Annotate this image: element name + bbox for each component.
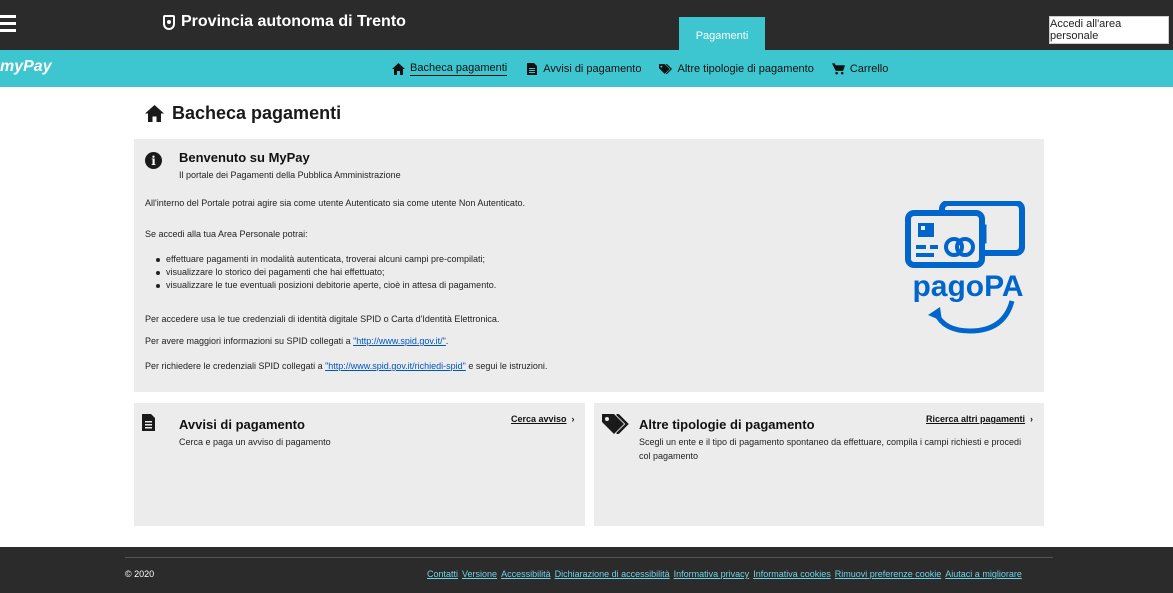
home-icon [145,105,164,122]
tag-icon [602,414,629,434]
spid-request-text: Per richiedere le credenziali SPID colle… [145,361,548,371]
area-intro: Se accedi alla tua Area Personale potrai… [145,229,308,239]
crest-icon [163,14,175,30]
tag-icon [659,63,673,75]
chevron-right-icon: › [571,414,575,424]
cerca-avviso-link[interactable]: Cerca avviso › [511,414,575,424]
footer-link-aiutaci-a-migliorare[interactable]: Aiutaci a migliorare [945,569,1022,579]
top-header: Provincia autonoma di Trento Pagamenti A… [0,0,1173,50]
home-icon [392,63,405,75]
card-description: Cerca e paga un avviso di pagamento [179,437,331,447]
footer-link-dichiarazione-accessibilita[interactable]: Dichiarazione di accessibilità [555,569,670,579]
tab-pagamenti[interactable]: Pagamenti [679,17,765,50]
list-item: visualizzare le tue eventuali posizioni … [156,280,496,290]
personal-area-button[interactable]: Accedi all'area personale [1049,16,1169,44]
footer-link-rimuovi-preferenze-cookie[interactable]: Rimuovi preferenze cookie [835,569,942,579]
footer-link-contatti[interactable]: Contatti [427,569,458,579]
footer-divider [125,557,1053,558]
spid-request-link[interactable]: "http://www.spid.gov.it/richiedi-spid" [325,361,466,371]
brand[interactable]: Provincia autonoma di Trento [163,13,406,31]
list-item: effettuare pagamenti in modalità autenti… [156,254,496,264]
chevron-right-icon: › [1030,414,1034,424]
nav-item-carrello[interactable]: Carrello [831,62,888,76]
copyright: © 2020 [125,569,155,579]
pagopa-logo: pagoPA [905,201,1025,334]
hamburger-menu-icon[interactable] [0,15,16,35]
nav-item-avvisi-di-pagamento[interactable]: Avvisi di pagamento [525,62,641,76]
nav-items: Bacheca pagamenti Avvisi di pagamento Al… [392,62,906,76]
feature-list: effettuare pagamenti in modalità autenti… [156,254,496,293]
page-title: Bacheca pagamenti [145,103,341,124]
footer-links: Contatti Versione Accessibilità Dichiara… [427,569,1022,579]
welcome-panel: i Benvenuto su MyPay Il portale dei Paga… [134,139,1044,392]
credentials-text: Per accedere usa le tue credenziali di i… [145,314,500,324]
main-navbar: myPay Bacheca pagamenti Avvisi di pagame… [0,50,1173,87]
welcome-intro: All'interno del Portale potrai agire sia… [145,198,525,208]
mypay-logo[interactable]: myPay [0,58,52,76]
spid-info-link[interactable]: "http://www.spid.gov.it/" [353,336,446,346]
info-icon: i [145,152,162,169]
footer-link-informativa-privacy[interactable]: Informativa privacy [674,569,750,579]
footer-link-versione[interactable]: Versione [462,569,497,579]
document-icon [525,63,538,75]
list-item: visualizzare lo storico dei pagamenti ch… [156,267,496,277]
nav-item-bacheca-pagamenti[interactable]: Bacheca pagamenti [392,62,508,76]
card-title: Altre tipologie di pagamento [639,417,815,432]
card-description: Scegli un ente e il tipo di pagamento sp… [639,437,1022,461]
footer-link-accessibilita[interactable]: Accessibilità [501,569,551,579]
page-title-label: Bacheca pagamenti [172,103,342,123]
card-altre-tipologie: Altre tipologie di pagamento Scegli un e… [594,403,1044,526]
brand-label: Provincia autonoma di Trento [181,13,406,30]
ricerca-altri-pagamenti-link[interactable]: Ricerca altri pagamenti › [926,414,1033,424]
spid-info-text: Per avere maggiori informazioni su SPID … [145,336,449,346]
welcome-subtitle: Il portale dei Pagamenti della Pubblica … [179,170,401,180]
cart-icon [831,63,845,75]
footer: © 2020 Contatti Versione Accessibilità D… [0,547,1173,593]
pagopa-label: pagoPA [912,270,1023,303]
footer-link-informativa-cookies[interactable]: Informativa cookies [753,569,831,579]
document-icon [142,414,155,431]
welcome-heading: Benvenuto su MyPay [179,150,310,165]
card-title: Avvisi di pagamento [179,417,305,432]
card-avvisi-di-pagamento: Avvisi di pagamento Cerca e paga un avvi… [134,403,585,526]
nav-item-altre-tipologie[interactable]: Altre tipologie di pagamento [659,62,814,76]
